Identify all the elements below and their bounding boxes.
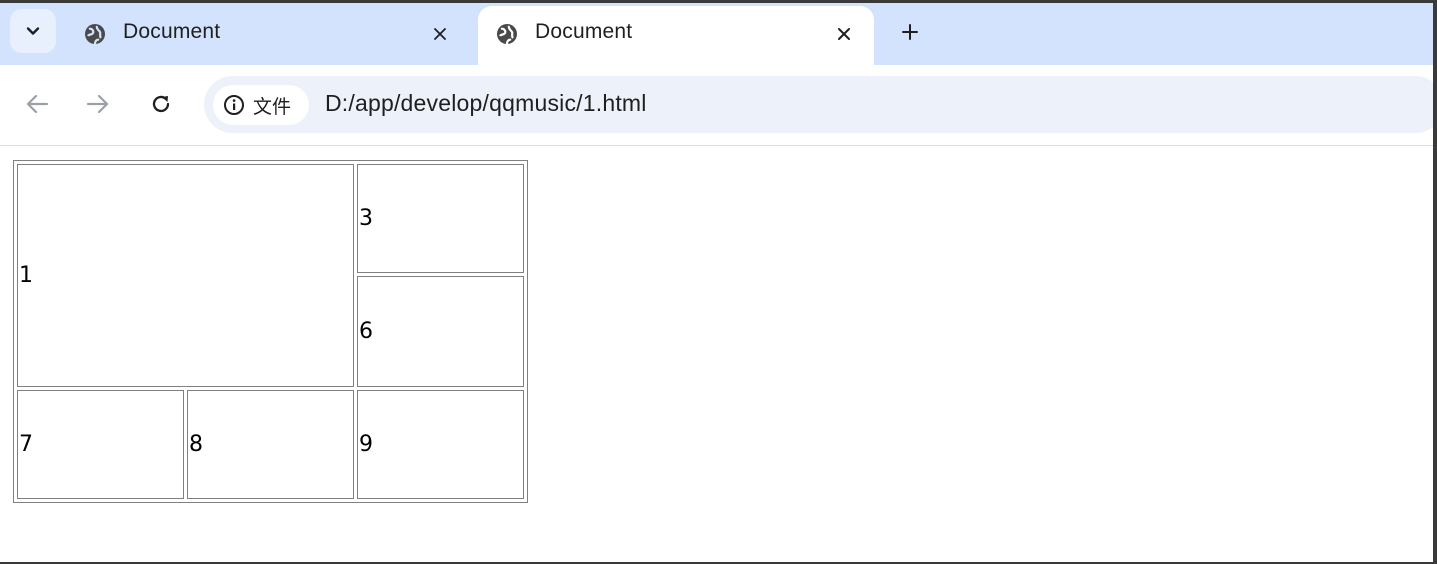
- chevron-down-icon: [26, 27, 40, 35]
- page-content: 1 3 6 7 8 9: [0, 146, 1433, 562]
- site-chip-label: 文件: [253, 95, 292, 118]
- address-bar[interactable]: 文件 D:/app/develop/qqmusic/1.html: [204, 76, 1433, 133]
- url-text[interactable]: D:/app/develop/qqmusic/1.html: [325, 90, 647, 117]
- browser-toolbar: 文件 D:/app/develop/qqmusic/1.html: [0, 65, 1433, 146]
- globe-icon: [497, 24, 517, 45]
- table-cell: 6: [357, 276, 524, 387]
- tab-strip: Document Document: [0, 3, 1433, 65]
- arrow-right-icon: [86, 94, 109, 114]
- site-info-chip[interactable]: 文件: [213, 85, 309, 125]
- table-cell: 8: [187, 390, 354, 499]
- globe-icon: [85, 24, 105, 45]
- tab-active[interactable]: Document: [478, 6, 874, 65]
- info-icon: [224, 95, 244, 115]
- tab-close-button[interactable]: [832, 22, 856, 46]
- tab-title: Document: [535, 20, 633, 43]
- reload-button[interactable]: [146, 89, 176, 119]
- table-cell: 9: [357, 390, 524, 499]
- tab-inactive[interactable]: Document: [66, 6, 470, 65]
- table-cell: 3: [357, 164, 524, 274]
- grid-table: 1 3 6 7 8 9: [13, 160, 528, 503]
- back-button[interactable]: [22, 89, 52, 119]
- tab-close-button[interactable]: [428, 22, 452, 46]
- plus-icon: [902, 24, 918, 40]
- new-tab-button[interactable]: [896, 18, 924, 46]
- browser-window: Document Document 文件 D:/app/develop/qqmu…: [0, 3, 1433, 562]
- tab-search-button[interactable]: [10, 9, 56, 53]
- tab-title: Document: [123, 20, 221, 43]
- forward-button[interactable]: [83, 89, 113, 119]
- table-cell: 1: [17, 164, 354, 387]
- reload-icon: [152, 95, 170, 113]
- close-icon: [838, 28, 850, 40]
- arrow-left-icon: [26, 94, 49, 114]
- close-icon: [434, 28, 446, 40]
- table-cell: 7: [17, 390, 184, 499]
